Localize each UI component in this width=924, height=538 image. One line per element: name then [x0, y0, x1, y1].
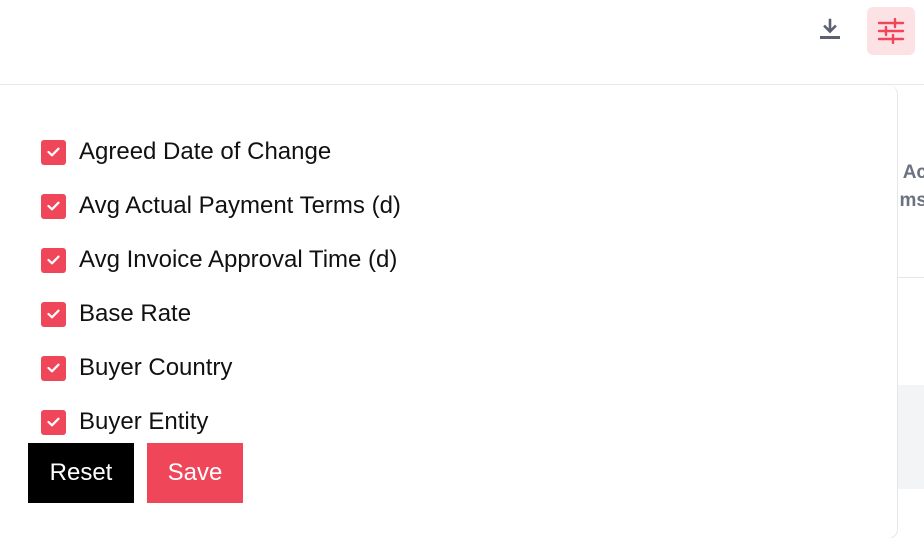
check-icon — [47, 417, 60, 427]
column-option[interactable]: Avg Invoice Approval Time (d) — [41, 233, 401, 287]
column-option-list: Agreed Date of Change Avg Actual Payment… — [41, 125, 401, 449]
column-option[interactable]: Base Rate — [41, 287, 401, 341]
column-option-label: Buyer Entity — [79, 408, 209, 435]
checkbox-checked[interactable] — [41, 193, 66, 219]
check-icon — [47, 201, 60, 211]
checkbox-checked[interactable] — [41, 355, 66, 381]
column-option-label: Buyer Country — [79, 354, 233, 381]
column-option[interactable]: Agreed Date of Change — [41, 125, 401, 179]
column-option-label: Avg Invoice Approval Time (d) — [79, 246, 398, 273]
check-icon — [47, 309, 60, 319]
download-button[interactable] — [810, 10, 850, 50]
check-icon — [47, 363, 60, 373]
page: Ac ms Agreed Date of Change Avg Actual P… — [0, 0, 924, 538]
reset-button[interactable]: Reset — [28, 443, 134, 503]
column-option[interactable]: Buyer Country — [41, 341, 401, 395]
checkbox-checked[interactable] — [41, 247, 66, 273]
checkbox-checked[interactable] — [41, 409, 66, 435]
sliders-icon — [877, 18, 905, 44]
table-header-cell[interactable]: Ac ms — [900, 159, 924, 215]
column-option[interactable]: Buyer Entity — [41, 395, 401, 449]
column-picker-dropdown: Agreed Date of Change Avg Actual Payment… — [0, 85, 898, 538]
column-option-label: Base Rate — [79, 300, 192, 327]
column-option-label: Agreed Date of Change — [79, 138, 332, 165]
column-option-label: Avg Actual Payment Terms (d) — [79, 192, 401, 219]
save-button[interactable]: Save — [147, 443, 243, 503]
checkbox-checked[interactable] — [41, 139, 66, 165]
download-icon — [820, 18, 840, 39]
check-icon — [47, 147, 60, 157]
checkbox-checked[interactable] — [41, 301, 66, 327]
column-settings-button[interactable] — [867, 7, 915, 55]
check-icon — [47, 255, 60, 265]
column-option[interactable]: Avg Actual Payment Terms (d) — [41, 179, 401, 233]
